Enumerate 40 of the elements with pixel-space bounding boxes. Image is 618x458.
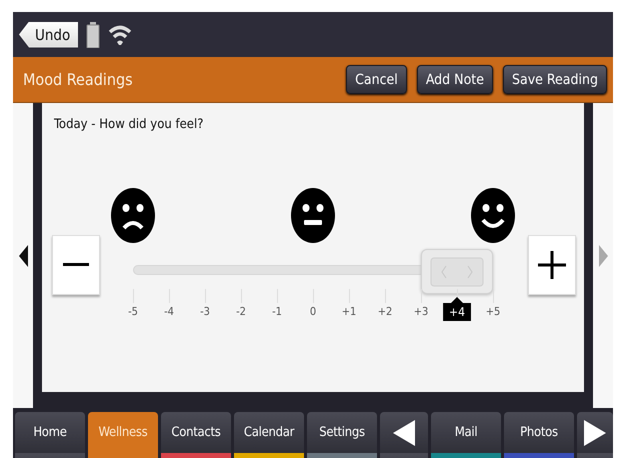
nav-tab[interactable]: Mail: [431, 412, 501, 458]
increase-button[interactable]: [528, 235, 576, 295]
undo-button[interactable]: Undo: [19, 22, 78, 48]
scale-label: +5: [486, 305, 500, 318]
header-button[interactable]: Add Note: [416, 65, 493, 94]
scale-label: -2: [236, 305, 246, 318]
nav-tab[interactable]: Photos: [504, 412, 574, 458]
nav-tab[interactable]: Contacts: [161, 412, 231, 458]
battery-icon: [86, 22, 100, 48]
slider-thumb[interactable]: [421, 249, 493, 294]
handle-grip-icon: [430, 256, 484, 286]
nav-tab[interactable]: Calendar: [234, 412, 304, 458]
scale-label: +2: [378, 305, 392, 318]
plus-icon: [538, 251, 566, 279]
previous-button[interactable]: [380, 412, 428, 458]
mood-question: Today - How did you feel?: [54, 117, 204, 132]
right-triangle-icon: [584, 420, 606, 446]
scale-label: -5: [128, 305, 138, 318]
scale-label: +1: [342, 305, 356, 318]
sad-face-icon: [111, 188, 155, 243]
scale-label: -4: [164, 305, 174, 318]
left-arrow-icon[interactable]: [18, 244, 28, 266]
scale-label: -3: [200, 305, 210, 318]
header-button[interactable]: Save Reading: [503, 65, 607, 94]
nav-tab[interactable]: Home: [15, 412, 85, 458]
screen-title: Mood Readings: [23, 70, 134, 89]
header-button[interactable]: Cancel: [346, 65, 407, 94]
next-button[interactable]: [577, 412, 613, 458]
scale-label: +3: [414, 305, 428, 318]
mood-slider[interactable]: [133, 249, 493, 294]
neutral-face-icon: [291, 188, 335, 243]
left-triangle-icon: [393, 420, 415, 446]
decrease-button[interactable]: [52, 235, 100, 295]
wifi-icon: [108, 24, 132, 46]
value-tooltip: +4: [443, 297, 471, 321]
minus-icon: [63, 263, 89, 267]
scale-label: -1: [272, 305, 282, 318]
happy-face-icon: [471, 188, 515, 243]
scale-label: 0: [310, 305, 316, 318]
nav-tab[interactable]: Settings: [307, 412, 377, 458]
